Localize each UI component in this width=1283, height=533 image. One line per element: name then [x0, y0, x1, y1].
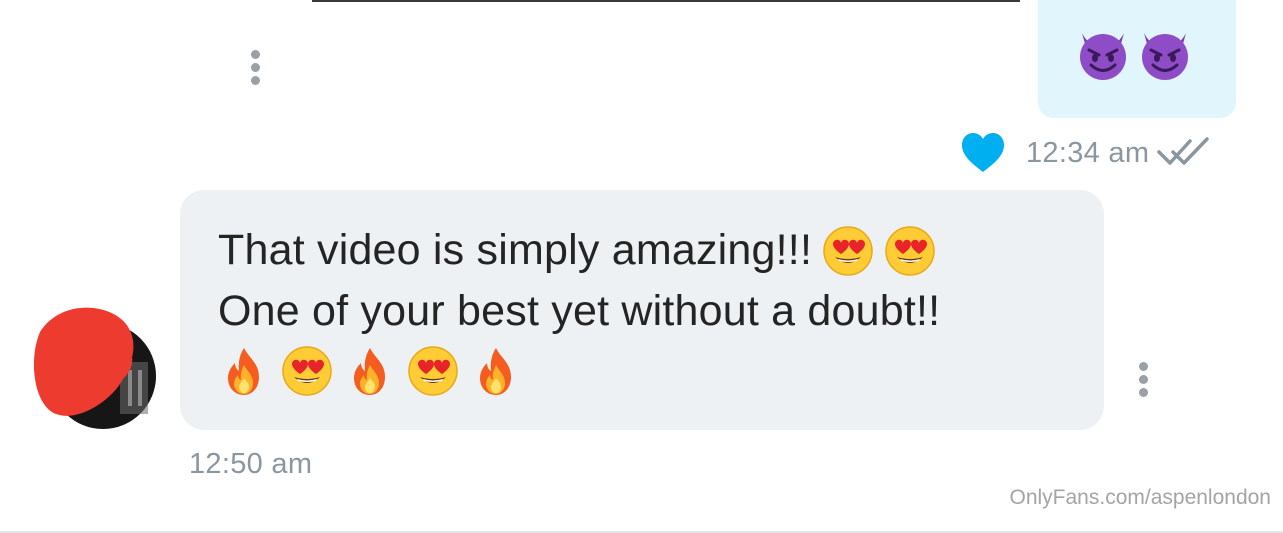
received-message-line-1-text: That video is simply amazing!!!: [218, 226, 813, 274]
fire-icon: [228, 348, 259, 395]
heart-icon[interactable]: [960, 132, 1006, 174]
smiling-face-with-horns-icon: [1078, 31, 1128, 82]
received-message-time: 12:50 am: [189, 448, 313, 480]
heart-eyes-icon: [408, 346, 458, 396]
sent-message-emojis: [1074, 24, 1194, 82]
sent-message-meta: 12:34 am: [960, 126, 1213, 180]
fire-icon: [354, 348, 385, 395]
received-message-bubble[interactable]: That video is simply amazing!!! One of y…: [180, 190, 1104, 430]
sent-message-time: 12:34 am: [1026, 136, 1150, 169]
avatar[interactable]: [33, 307, 156, 430]
received-message-text: That video is simply amazing!!! One of y…: [218, 220, 1084, 397]
sent-message-bubble[interactable]: [1038, 0, 1236, 118]
heart-eyes-icon: [282, 346, 332, 396]
watermark: OnlyFans.com/aspenlondon: [1009, 486, 1272, 509]
heart-eyes-icon: [885, 225, 935, 276]
smiling-face-with-horns-icon: [1140, 31, 1190, 82]
chat-thread: 12:34 am That video is simply amazing!!!…: [0, 0, 1283, 533]
fire-icon: [480, 348, 511, 395]
sent-message-more-icon[interactable]: [247, 50, 263, 85]
received-message-line-1: That video is simply amazing!!!: [218, 220, 1084, 281]
received-message-line-2-text: One of your best yet without a doubt!!: [218, 287, 941, 335]
received-message-line-3: [218, 345, 1084, 397]
received-message-line-2: One of your best yet without a doubt!!: [218, 281, 1084, 342]
received-message-more-icon[interactable]: [1135, 362, 1151, 397]
double-check-read-icon: [1157, 137, 1210, 165]
heart-eyes-icon: [823, 225, 873, 276]
top-divider: [312, 0, 1020, 2]
